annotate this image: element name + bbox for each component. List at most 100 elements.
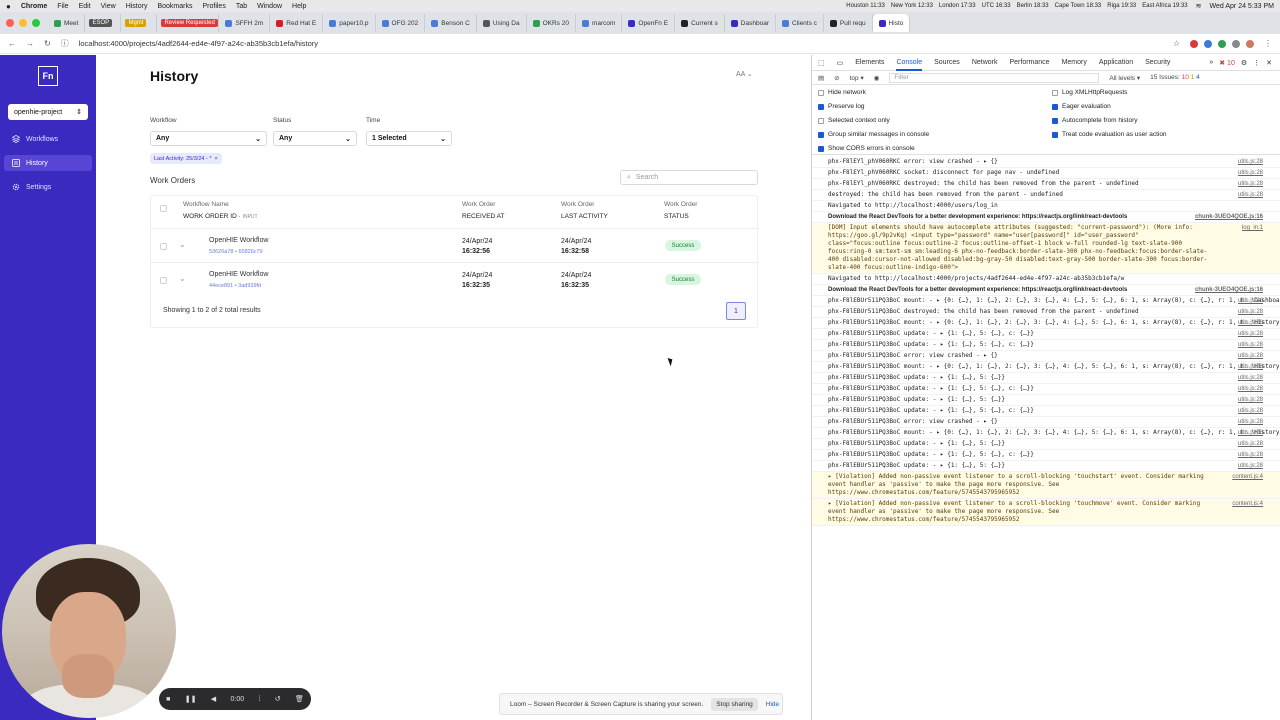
console-message[interactable]: phx-F8lEBUr511PQ3BoC mount: - ▸ {0: {…},…: [812, 318, 1280, 329]
setting-show-cors[interactable]: Show CORS errors in console: [818, 145, 915, 152]
menu-profiles[interactable]: Profiles: [202, 3, 225, 10]
console-source-link[interactable]: utils.js:28: [1238, 158, 1263, 166]
menu-tab[interactable]: Tab: [236, 3, 247, 10]
more-menu-icon[interactable]: ⋮: [1264, 39, 1272, 48]
console-message[interactable]: phx-F8lEBUr511PQ3BoC update: - ▸ {1: {…}…: [812, 340, 1280, 351]
bookmark-star-icon[interactable]: ☆: [1173, 39, 1180, 48]
error-count[interactable]: ✖ 10: [1219, 59, 1235, 67]
console-message[interactable]: phx-F8lEYl_phV060RKC error: view crashed…: [812, 157, 1280, 168]
console-source-link[interactable]: utils.js:28: [1238, 180, 1263, 188]
close-icon[interactable]: ×: [214, 156, 217, 162]
setting-hide-network[interactable]: Hide network: [818, 89, 866, 96]
console-message[interactable]: Download the React DevTools for a better…: [812, 285, 1280, 296]
menu-bookmarks[interactable]: Bookmarks: [157, 3, 192, 10]
page-1-button[interactable]: 1: [726, 302, 746, 320]
browser-tab[interactable]: paper10.p: [323, 14, 376, 32]
console-message[interactable]: phx-F8lEBUr511PQ3BoC error: view crashed…: [812, 417, 1280, 428]
extensions-puzzle-icon[interactable]: [1232, 39, 1240, 48]
checkbox[interactable]: [818, 145, 824, 152]
profile-avatar[interactable]: [1246, 39, 1254, 48]
status-filter-select[interactable]: Any ⌄: [273, 131, 357, 146]
menu-file[interactable]: File: [57, 3, 68, 10]
console-message[interactable]: phx-F8lEBUr511PQ3BoC update: - ▸ {1: {…}…: [812, 439, 1280, 450]
issues-summary[interactable]: 15 Issues: 10 1 4: [1150, 74, 1200, 81]
clear-console-icon[interactable]: ⊘: [834, 74, 839, 82]
console-message[interactable]: phx-F8lEBUr511PQ3BoC update: - ▸ {1: {…}…: [812, 329, 1280, 340]
console-message[interactable]: phx-F8lEBUr511PQ3BoC error: view crashed…: [812, 351, 1280, 362]
checkbox[interactable]: [818, 131, 824, 138]
sidebar-item-settings[interactable]: Settings: [4, 179, 92, 195]
console-source-link[interactable]: utils.js:28: [1238, 462, 1263, 470]
extension-icon[interactable]: [1204, 39, 1212, 48]
row-checkbox[interactable]: [160, 277, 167, 284]
console-message[interactable]: destroyed: the child has been removed fr…: [812, 190, 1280, 201]
workflow-name[interactable]: OpenHIE Workflow: [209, 271, 268, 278]
site-info-icon[interactable]: ⓘ: [61, 38, 69, 49]
checkbox[interactable]: [1052, 131, 1058, 138]
console-source-link[interactable]: utils.js:28: [1238, 363, 1263, 371]
browser-tab[interactable]: Histo: [872, 14, 911, 32]
tab-performance[interactable]: Performance: [1010, 59, 1050, 66]
browser-tab[interactable]: Pull requ: [824, 14, 873, 32]
console-message[interactable]: phx-F8lEBUr511PQ3BoC update: - ▸ {1: {…}…: [812, 395, 1280, 406]
reload-icon[interactable]: ↻: [44, 39, 51, 48]
browser-tab[interactable]: Meet: [48, 14, 86, 32]
tab-application[interactable]: Application: [1099, 59, 1133, 66]
workflow-filter-select[interactable]: Any ⌄: [150, 131, 267, 146]
console-source-link[interactable]: log_in:1: [1242, 224, 1263, 232]
sidebar-item-history[interactable]: History: [4, 155, 92, 171]
console-message[interactable]: ▸ [Violation] Added non-passive event li…: [812, 472, 1280, 499]
browser-tab[interactable]: Red Hat E: [270, 14, 324, 32]
browser-tab[interactable]: Using Da: [477, 14, 527, 32]
select-all-checkbox[interactable]: [160, 205, 167, 212]
setting-eager-eval[interactable]: Eager evaluation: [1052, 103, 1111, 110]
console-message[interactable]: phx-F8lEBUr511PQ3BoC update: - ▸ {1: {…}…: [812, 406, 1280, 417]
console-message[interactable]: phx-F8lEBUr511PQ3BoC destroyed: the chil…: [812, 307, 1280, 318]
console-source-link[interactable]: utils.js:28: [1238, 169, 1263, 177]
console-source-link[interactable]: utils.js:28: [1238, 297, 1263, 305]
browser-tab[interactable]: ESOP: [85, 14, 122, 32]
console-source-link[interactable]: utils.js:28: [1238, 440, 1263, 448]
menu-app-name[interactable]: Chrome: [21, 3, 47, 10]
hide-banner-button[interactable]: Hide: [766, 701, 779, 708]
console-message[interactable]: phx-F8lEBUr511PQ3BoC update: - ▸ {1: {…}…: [812, 384, 1280, 395]
console-source-link[interactable]: utils.js:28: [1238, 396, 1263, 404]
devtools-settings-icon[interactable]: ⚙: [1241, 59, 1247, 67]
wifi-icon[interactable]: ≋: [1196, 2, 1202, 10]
console-source-link[interactable]: chunk-3UEO4QOE.js:16: [1195, 213, 1263, 221]
setting-preserve-log[interactable]: Preserve log: [818, 103, 865, 110]
restart-icon[interactable]: ↺: [275, 695, 281, 703]
browser-tab[interactable]: Benson C: [425, 14, 477, 32]
menu-view[interactable]: View: [101, 3, 116, 10]
time-filter-select[interactable]: 1 Selected ⌄: [366, 131, 452, 146]
work-order-ids[interactable]: 44ece891 • 3ad939fd: [209, 283, 261, 289]
world-clocks[interactable]: Houston 11:33 New York 12:33 London 17:3…: [846, 3, 1187, 9]
console-message[interactable]: ▸ [Violation] Added non-passive event li…: [812, 499, 1280, 526]
menu-window[interactable]: Window: [257, 3, 282, 10]
console-source-link[interactable]: chunk-3UEO4QOE.js:16: [1195, 286, 1263, 294]
tab-console[interactable]: Console: [896, 54, 923, 71]
console-source-link[interactable]: utils.js:28: [1238, 330, 1263, 338]
context-select[interactable]: top ▾: [850, 74, 864, 82]
checkbox[interactable]: [818, 103, 824, 110]
console-source-link[interactable]: utils.js:28: [1238, 352, 1263, 360]
console-source-link[interactable]: utils.js:28: [1238, 319, 1263, 327]
table-row[interactable]: ⌄ OpenHIE Workflow 44ece891 • 3ad939fd 2…: [151, 262, 759, 296]
console-filter-input[interactable]: Filter: [889, 72, 1100, 83]
setting-group-similar[interactable]: Group similar messages in console: [818, 131, 929, 138]
console-message[interactable]: phx-F8lEBUr511PQ3BoC update: - ▸ {1: {…}…: [812, 450, 1280, 461]
rewind-icon[interactable]: ◀: [211, 695, 216, 703]
console-message[interactable]: phx-F8lEBUr511PQ3BoC update: - ▸ {1: {…}…: [812, 461, 1280, 472]
console-message[interactable]: [DOM] Input elements should have autocom…: [812, 223, 1280, 274]
console-source-link[interactable]: utils.js:28: [1238, 418, 1263, 426]
devtools-more-icon[interactable]: ⋮: [1253, 59, 1260, 67]
log-levels-select[interactable]: All levels ▾: [1109, 74, 1140, 82]
tab-memory[interactable]: Memory: [1062, 59, 1087, 66]
setting-log-xhr[interactable]: Log XMLHttpRequests: [1052, 89, 1127, 96]
browser-tab[interactable]: Mgmt: [121, 14, 158, 32]
menu-edit[interactable]: Edit: [79, 3, 91, 10]
row-checkbox[interactable]: [160, 243, 167, 250]
console-source-link[interactable]: utils.js:28: [1238, 451, 1263, 459]
checkbox[interactable]: [1052, 117, 1058, 124]
stop-sharing-button[interactable]: Stop sharing: [711, 697, 758, 711]
